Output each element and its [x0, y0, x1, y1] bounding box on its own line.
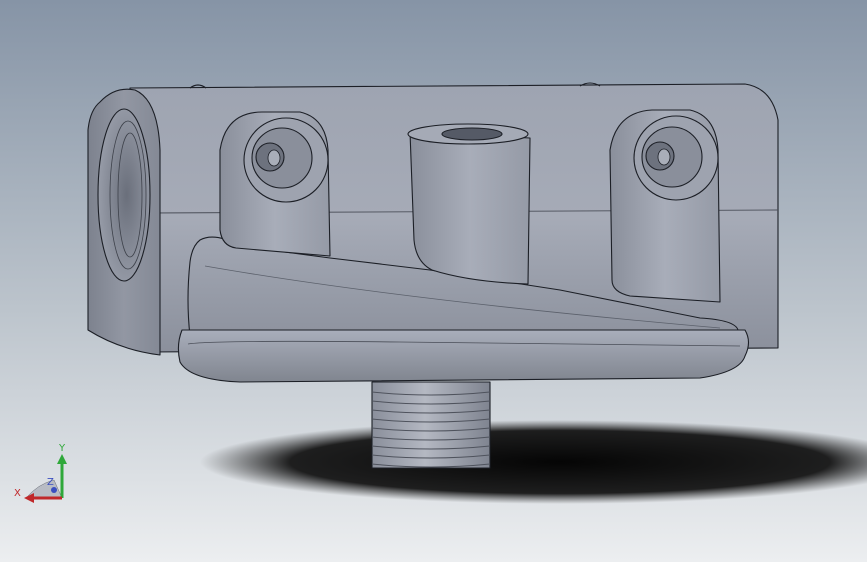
triad-y-label: Y	[58, 443, 66, 454]
triad-z-label: Z	[47, 477, 54, 488]
cad-graphics-viewport[interactable]: Y X Z	[0, 0, 867, 562]
3d-model-view[interactable]	[0, 0, 867, 562]
triad-x-label: X	[14, 488, 21, 499]
right-ear-hole-core	[657, 148, 671, 166]
center-boss-port	[441, 127, 503, 141]
flange-rim	[177, 329, 750, 383]
triad-y-arrow-icon	[57, 454, 67, 464]
orientation-triad[interactable]: Y X Z	[14, 440, 74, 506]
center-boss	[409, 131, 531, 285]
left-ear-hole-core	[267, 149, 281, 167]
